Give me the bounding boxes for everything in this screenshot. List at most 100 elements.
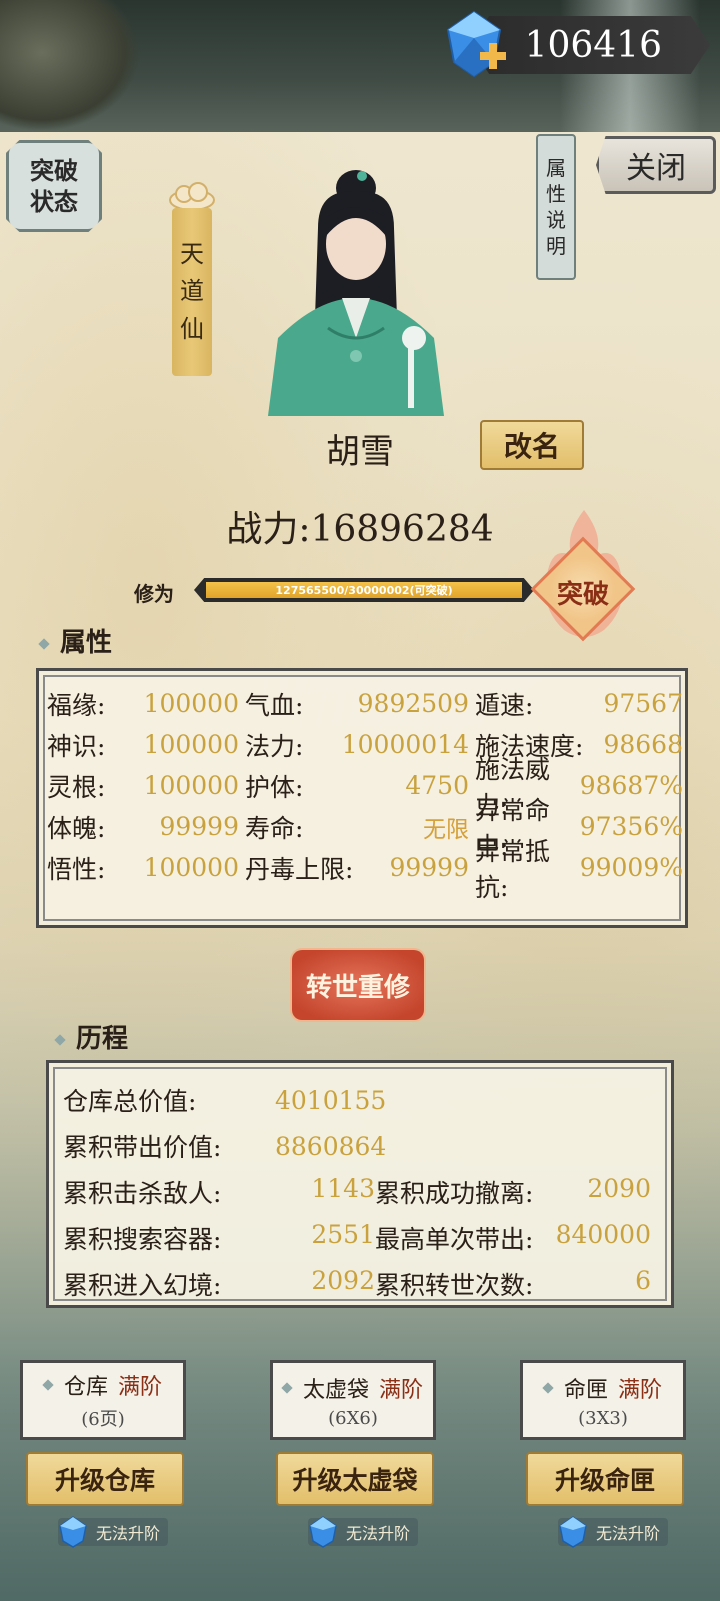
- attribute-label: 法力:: [245, 731, 304, 761]
- history-stat-value: 2551: [311, 1220, 375, 1249]
- attributes-title: 属性: [38, 622, 113, 659]
- attribute-label: 悟性:: [47, 854, 106, 884]
- blue-gem-icon: [59, 1516, 87, 1548]
- history-stat: 累积进入幻境: 2092: [63, 1266, 375, 1302]
- upgrade-button[interactable]: 升级命匣: [526, 1452, 684, 1506]
- attribute-value: 100000: [143, 689, 239, 718]
- attribute-label: 气血:: [245, 690, 304, 720]
- attribute-value: 98687%: [579, 771, 683, 800]
- cultivation-progress-fill: 127565500/30000002(可突破): [206, 582, 522, 598]
- diamond-bullet-icon: [281, 1381, 293, 1394]
- history-title: 历程: [54, 1018, 129, 1055]
- attribute-value: 99999: [389, 853, 469, 882]
- attribute-label: 遁速:: [475, 690, 534, 720]
- blue-gem-icon: [559, 1516, 587, 1548]
- attribute-value: 97567: [603, 689, 683, 718]
- storage-card-title: 命匣 满阶: [542, 1372, 663, 1404]
- attribute-cell: 悟性: 100000: [47, 847, 245, 888]
- history-stat-label: 最高单次带出:: [375, 1225, 534, 1254]
- attribute-value: 100000: [143, 771, 239, 800]
- storage-card[interactable]: 命匣 满阶 (3X3): [520, 1360, 686, 1440]
- attribute-value: 98668: [603, 730, 683, 759]
- attribute-label: 福缘:: [47, 690, 106, 720]
- history-stat-label: 累积击杀敌人:: [63, 1179, 222, 1208]
- history-stat: 累积搜索容器: 2551: [63, 1220, 375, 1256]
- cliff-decoration: [0, 0, 140, 132]
- breakthrough-status-line1: 突破: [30, 155, 78, 185]
- attribute-cell: 丹毒上限: 99999: [245, 847, 475, 888]
- attributes-title-text: 属性: [60, 628, 113, 658]
- breakthrough-status-line2: 状态: [30, 187, 78, 216]
- history-stat: 累积成功撤离: 2090: [375, 1174, 651, 1210]
- history-box: 仓库总价值: 4010155 累积带出价值: 8860864 累积击杀敌人: 11…: [46, 1060, 674, 1308]
- upgrade-button[interactable]: 升级太虚袋: [276, 1452, 434, 1506]
- attributes-box: 福缘: 100000 气血: 9892509 遁速: 97567 神识: 100000 法力: 1…: [36, 668, 688, 928]
- upgrade-button[interactable]: 升级仓库: [26, 1452, 184, 1506]
- storage-card-title: 太虚袋 满阶: [281, 1372, 424, 1404]
- attribute-cell: 神识: 100000: [47, 724, 245, 765]
- history-stat-label: 累积成功撤离:: [375, 1179, 534, 1208]
- blue-gem-icon: [309, 1516, 337, 1548]
- storage-card-status: 满阶: [618, 1377, 663, 1403]
- history-stat-value: 1143: [311, 1174, 375, 1203]
- breakthrough-label[interactable]: 突破: [546, 574, 620, 611]
- attr-desc-char: 性: [546, 182, 566, 206]
- attribute-cell: 体魄: 99999: [47, 806, 245, 847]
- history-stat-label: 累积转世次数:: [375, 1271, 534, 1300]
- storage-card-name: 仓库: [63, 1375, 108, 1400]
- diamond-bullet-icon: [38, 638, 50, 650]
- attribute-value: 99009%: [579, 853, 683, 882]
- close-button[interactable]: 关闭: [596, 136, 716, 194]
- diamond-bullet-icon: [42, 1379, 54, 1391]
- history-title-text: 历程: [76, 1024, 129, 1054]
- attribute-cell: 福缘: 100000: [47, 683, 245, 724]
- character-name: 胡雪: [326, 432, 394, 472]
- storage-card-status: 满阶: [118, 1375, 163, 1400]
- attr-desc-char: 明: [546, 234, 566, 258]
- currency-value: 106416: [524, 24, 662, 66]
- rename-button[interactable]: 改名: [480, 420, 584, 470]
- attribute-label: 丹毒上限:: [245, 854, 354, 884]
- cultivation-progress-text: 127565500/30000002(可突破): [275, 584, 453, 597]
- history-stat-value: 6: [635, 1266, 651, 1295]
- history-stat: 累积击杀敌人: 1143: [63, 1174, 375, 1210]
- history-stat-value: 840000: [555, 1220, 651, 1249]
- history-row: 累积击杀敌人: 1143 累积成功撤离: 2090: [63, 1169, 657, 1215]
- storage-card-name: 太虚袋: [302, 1377, 369, 1403]
- storage-card-status: 满阶: [379, 1377, 424, 1403]
- attr-desc-char: 说: [546, 208, 566, 232]
- attribute-label: 体魄:: [47, 813, 106, 843]
- attribute-cell: 法力: 10000014: [245, 724, 475, 765]
- attribute-label: 异常抵抗:: [475, 836, 551, 902]
- storage-card-name: 命匣: [563, 1377, 608, 1403]
- history-row: 仓库总价值: 4010155: [63, 1077, 657, 1123]
- history-row: 累积进入幻境: 2092 累积转世次数: 6: [63, 1261, 657, 1307]
- storage-card-capacity: (3X3): [578, 1407, 628, 1429]
- attribute-value: 9892509: [357, 689, 469, 718]
- warehouse-value: 4010155: [275, 1085, 387, 1115]
- history-stat-label: 累积搜索容器:: [63, 1225, 222, 1254]
- rebirth-button[interactable]: 转世重修: [292, 950, 424, 1020]
- carried-value: 8860864: [275, 1131, 387, 1161]
- attribute-value: 10000014: [341, 730, 469, 759]
- cultivation-progress-bar: 127565500/30000002(可突破): [194, 578, 534, 602]
- history-stat-label: 累积进入幻境:: [63, 1271, 222, 1300]
- attribute-cell: 气血: 9892509: [245, 683, 475, 724]
- carried-value-label: 累积带出价值:: [63, 1133, 222, 1162]
- storage-card[interactable]: 太虚袋 满阶 (6X6): [270, 1360, 436, 1440]
- attribute-label: 神识:: [47, 731, 106, 761]
- title-scroll: 天 道 仙: [172, 208, 212, 376]
- attributes-grid: 福缘: 100000 气血: 9892509 遁速: 97567 神识: 100000 法力: 1…: [47, 683, 683, 902]
- attribute-description-button[interactable]: 属 性 说 明: [536, 134, 576, 280]
- storage-card-capacity: (6页): [81, 1409, 125, 1430]
- cultivation-label: 修为: [134, 582, 174, 606]
- attribute-cell: 护体: 4750: [245, 765, 475, 806]
- history-stat: 最高单次带出: 840000: [375, 1220, 651, 1256]
- warehouse-value-label: 仓库总价值:: [63, 1087, 197, 1116]
- storage-card[interactable]: 仓库 满阶 (6页): [20, 1360, 186, 1440]
- attribute-value: 100000: [143, 853, 239, 882]
- blue-gem-plus-icon[interactable]: [438, 8, 510, 80]
- breakthrough-status-button[interactable]: 突破 状态: [6, 140, 102, 232]
- attribute-label: 护体:: [245, 772, 304, 802]
- attribute-value: 100000: [143, 730, 239, 759]
